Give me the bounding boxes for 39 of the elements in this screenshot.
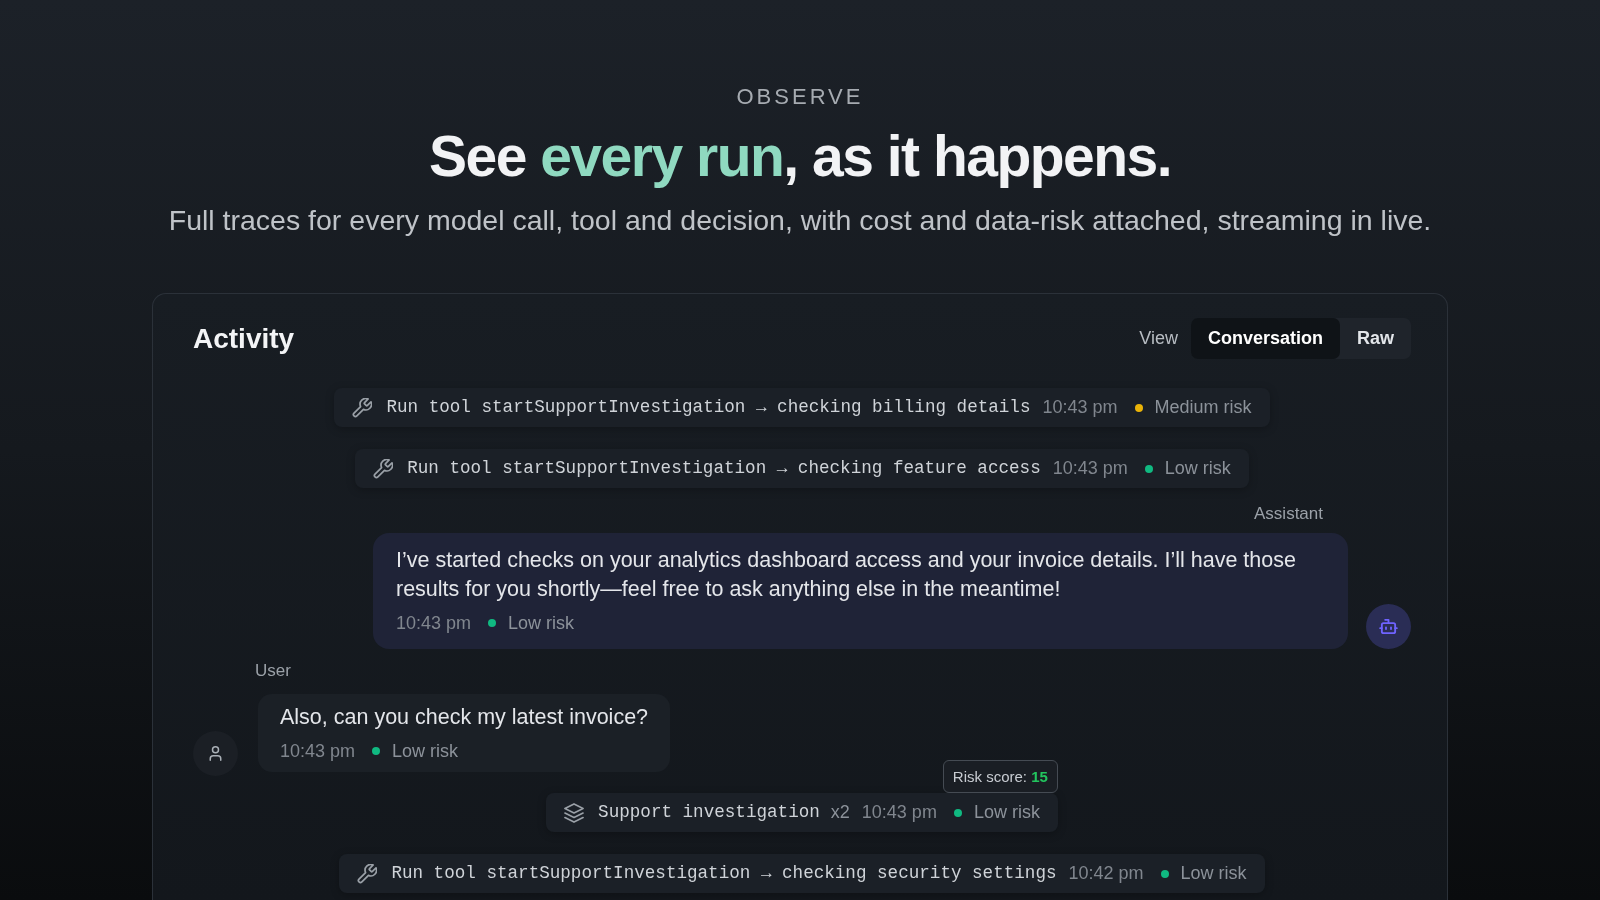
tool-call-row[interactable]: Run tool startSupportInvestigation → checking billing details 10:43 pm Medium risk <box>334 388 1270 427</box>
panel-title: Activity <box>193 321 295 356</box>
tool-call-text: Run tool startSupportInvestigation → checking billing details <box>386 397 1031 418</box>
risk-label: Low risk <box>1164 458 1231 479</box>
wrench-icon <box>352 397 373 418</box>
timestamp: 10:43 pm <box>396 612 472 634</box>
tool-call-row[interactable]: Run tool startSupportInvestigation → checking feature access 10:43 pm Low risk <box>355 449 1249 488</box>
person-avatar-icon <box>193 731 238 776</box>
view-label: View <box>1139 327 1178 350</box>
robot-avatar-icon <box>1366 604 1411 649</box>
risk-label: Medium risk <box>1154 397 1252 418</box>
risk-label: Low risk <box>508 612 575 634</box>
risk-score-tooltip: Risk score: 15 <box>942 760 1058 793</box>
sender-label: User <box>255 661 291 681</box>
investigation-group-row[interactable]: Support investigation x2 10:43 pm Low risk <box>546 793 1058 832</box>
layers-icon <box>564 802 585 823</box>
risk-label: Low risk <box>392 740 459 762</box>
timestamp: 10:42 pm <box>1068 863 1144 884</box>
wrench-icon <box>373 458 394 479</box>
group-name: Support investigation <box>598 802 820 823</box>
risk-label: Low risk <box>1180 863 1247 884</box>
timestamp: 10:43 pm <box>280 740 356 762</box>
subtitle: Full traces for every model call, tool and decision, with cost and data-risk attached, streaming in live. <box>168 204 1432 236</box>
tool-call-text: Run tool startSupportInvestigation → checking security settings <box>391 863 1057 884</box>
timestamp: 10:43 pm <box>861 802 937 823</box>
wrench-icon <box>357 863 378 884</box>
timestamp: 10:43 pm <box>1052 458 1128 479</box>
message-text: I’ve started checks on your analytics dashboard access and your invoice details. I’ll have those results for you shortly—feel free to ask anything else in the meantime! <box>396 547 1297 603</box>
tool-call-row[interactable]: Run tool startSupportInvestigation → checking security settings 10:42 pm Low risk <box>339 854 1265 893</box>
eyebrow-text: OBSERVE <box>736 84 864 110</box>
sender-label: Assistant <box>1254 504 1323 524</box>
tool-call-text: Run tool startSupportInvestigation → checking feature access <box>407 458 1041 479</box>
headline: See every run, as it happens. <box>428 124 1172 188</box>
view-option-tab[interactable]: Conversation <box>1190 318 1340 359</box>
message-text: Also, can you check my latest invoice? <box>280 704 649 731</box>
timestamp: 10:43 pm <box>1042 397 1118 418</box>
group-count: x2 <box>830 802 850 823</box>
risk-label: Low risk <box>973 802 1040 823</box>
view-option-tab[interactable]: Raw <box>1340 318 1411 359</box>
